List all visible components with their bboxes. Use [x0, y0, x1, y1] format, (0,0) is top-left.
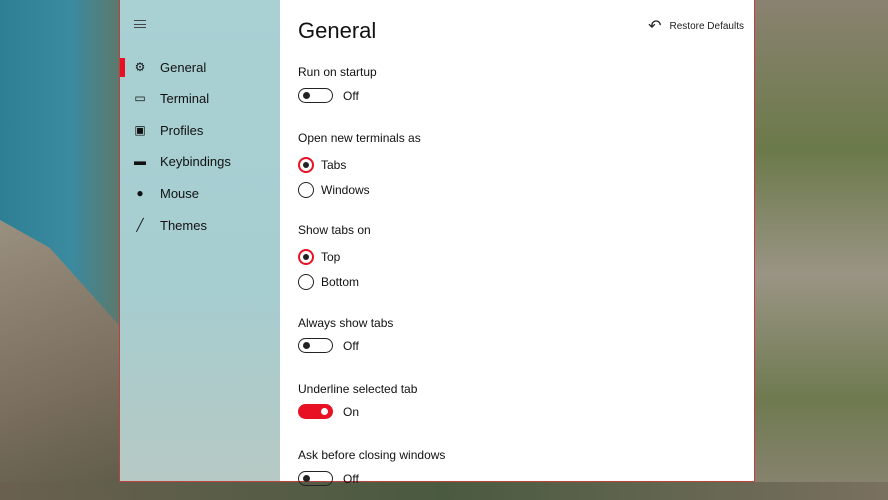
radio-top[interactable]: Top: [298, 249, 340, 265]
settings-content: General ↶ Restore Defaults Run on startu…: [280, 0, 754, 486]
radio-label: Windows: [321, 183, 370, 197]
settings-window: ⚙ General ▭ Terminal ▣ Profiles ▬ Keybin…: [119, 0, 755, 486]
radio-bottom[interactable]: Bottom: [298, 274, 359, 290]
radio-button[interactable]: [298, 182, 314, 198]
restore-defaults-button[interactable]: ↶ Restore Defaults: [648, 16, 744, 36]
sidebar-item-label: Keybindings: [160, 153, 231, 169]
sidebar-item-general[interactable]: ⚙ General: [120, 52, 280, 82]
ask-before-closing-toggle[interactable]: Off: [298, 471, 359, 486]
radio-tabs[interactable]: Tabs: [298, 157, 346, 173]
sidebar-item-profiles[interactable]: ▣ Profiles: [120, 115, 280, 145]
restore-defaults-label: Restore Defaults: [669, 20, 744, 32]
sidebar-item-label: Themes: [160, 217, 207, 233]
toggle-state: On: [343, 404, 360, 419]
gear-icon: ⚙: [134, 60, 146, 74]
toggle-switch[interactable]: [298, 88, 333, 103]
toggle-state: Off: [343, 88, 359, 103]
open-new-as-label: Open new terminals as: [298, 131, 421, 145]
wallpaper-cliff: [755, 0, 888, 500]
keyboard-icon: ▬: [134, 154, 146, 168]
sidebar-item-label: Profiles: [160, 122, 204, 138]
run-on-startup-toggle[interactable]: Off: [298, 88, 359, 103]
underline-selected-label: Underline selected tab: [298, 382, 418, 396]
page-title: General: [298, 18, 377, 43]
toggle-state: Off: [343, 471, 359, 486]
mouse-icon: ●: [136, 186, 144, 200]
window-icon: ▭: [134, 91, 146, 105]
hamburger-menu-icon[interactable]: [134, 20, 146, 28]
sidebar-item-terminal[interactable]: ▭ Terminal: [120, 83, 280, 113]
underline-selected-toggle[interactable]: On: [298, 404, 359, 419]
radio-label: Bottom: [321, 275, 360, 289]
ask-before-closing-label: Ask before closing windows: [298, 448, 446, 462]
toggle-switch[interactable]: [298, 404, 333, 419]
undo-icon: ↶: [648, 18, 662, 35]
show-tabs-on-label: Show tabs on: [298, 223, 371, 237]
sidebar-item-label: General: [160, 59, 207, 75]
terminal-icon: ▣: [134, 123, 146, 137]
brush-icon: ╱: [136, 218, 144, 232]
always-show-tabs-toggle[interactable]: Off: [298, 338, 359, 353]
sidebar-item-keybindings[interactable]: ▬ Keybindings: [120, 146, 280, 176]
radio-label: Top: [321, 250, 341, 264]
wallpaper-bottom: [0, 482, 888, 500]
radio-button[interactable]: [298, 249, 314, 265]
toggle-switch[interactable]: [298, 471, 333, 486]
always-show-tabs-label: Always show tabs: [298, 316, 394, 330]
sidebar-item-themes[interactable]: ╱ Themes: [120, 210, 280, 240]
wallpaper-rocks: [0, 220, 125, 500]
sidebar: ⚙ General ▭ Terminal ▣ Profiles ▬ Keybin…: [120, 0, 280, 481]
radio-label: Tabs: [321, 158, 347, 172]
sidebar-item-label: Mouse: [160, 185, 200, 201]
toggle-state: Off: [343, 338, 359, 353]
radio-button[interactable]: [298, 157, 314, 173]
radio-button[interactable]: [298, 274, 314, 290]
sidebar-item-label: Terminal: [160, 90, 210, 106]
sidebar-item-mouse[interactable]: ● Mouse: [120, 178, 280, 208]
radio-windows[interactable]: Windows: [298, 182, 370, 198]
toggle-switch[interactable]: [298, 338, 333, 353]
run-on-startup-label: Run on startup: [298, 65, 377, 79]
